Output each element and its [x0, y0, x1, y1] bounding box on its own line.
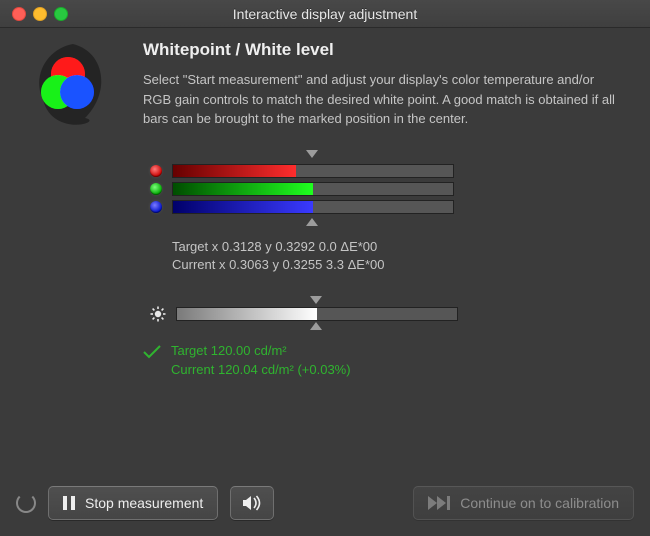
luminance-current: Current 120.04 cd/m² (+0.03%)	[171, 361, 351, 380]
stop-measurement-label: Stop measurement	[85, 495, 203, 511]
rgb-bars	[150, 150, 625, 228]
whitepoint-target: Target x 0.3128 y 0.3292 0.0 ΔE*00	[172, 238, 625, 256]
bar-row-green	[150, 182, 625, 196]
marker-bottom-icon	[306, 218, 318, 226]
red-gauge	[172, 164, 454, 178]
luminance-status: Target 120.00 cd/m² Current 120.04 cd/m²…	[143, 342, 625, 380]
titlebar: Interactive display adjustment	[0, 0, 650, 28]
blue-led-icon	[150, 201, 162, 213]
blue-gauge	[172, 200, 454, 214]
bright-marker-bottom-icon	[310, 322, 322, 330]
bright-marker-top-icon	[310, 296, 322, 304]
green-gauge	[172, 182, 454, 196]
brightness-section	[150, 296, 625, 332]
brightness-icon	[150, 306, 166, 322]
continue-calibration-label: Continue on to calibration	[460, 495, 619, 511]
green-led-icon	[150, 183, 162, 195]
page-title: Whitepoint / White level	[143, 40, 625, 60]
bar-row-blue	[150, 200, 625, 214]
marker-top-icon	[306, 150, 318, 158]
whitepoint-current: Current x 0.3063 y 0.3255 3.3 ΔE*00	[172, 256, 625, 274]
brightness-gauge	[176, 307, 458, 321]
whitepoint-readings: Target x 0.3128 y 0.3292 0.0 ΔE*00 Curre…	[172, 238, 625, 274]
spinner-icon	[16, 493, 36, 513]
fast-forward-icon	[428, 496, 450, 510]
bar-row-red	[150, 164, 625, 178]
luminance-target: Target 120.00 cd/m²	[171, 342, 351, 361]
stop-measurement-button[interactable]: Stop measurement	[48, 486, 218, 520]
sound-button[interactable]	[230, 486, 274, 520]
continue-calibration-button[interactable]: Continue on to calibration	[413, 486, 634, 520]
speaker-icon	[243, 495, 261, 511]
page-description: Select "Start measurement" and adjust yo…	[143, 70, 625, 129]
rgb-venn-icon	[25, 40, 121, 136]
window-title: Interactive display adjustment	[0, 6, 650, 22]
red-led-icon	[150, 165, 162, 177]
pause-icon	[63, 496, 75, 510]
footer: Stop measurement Continue on to calibrat…	[0, 476, 650, 536]
checkmark-icon	[143, 345, 159, 357]
